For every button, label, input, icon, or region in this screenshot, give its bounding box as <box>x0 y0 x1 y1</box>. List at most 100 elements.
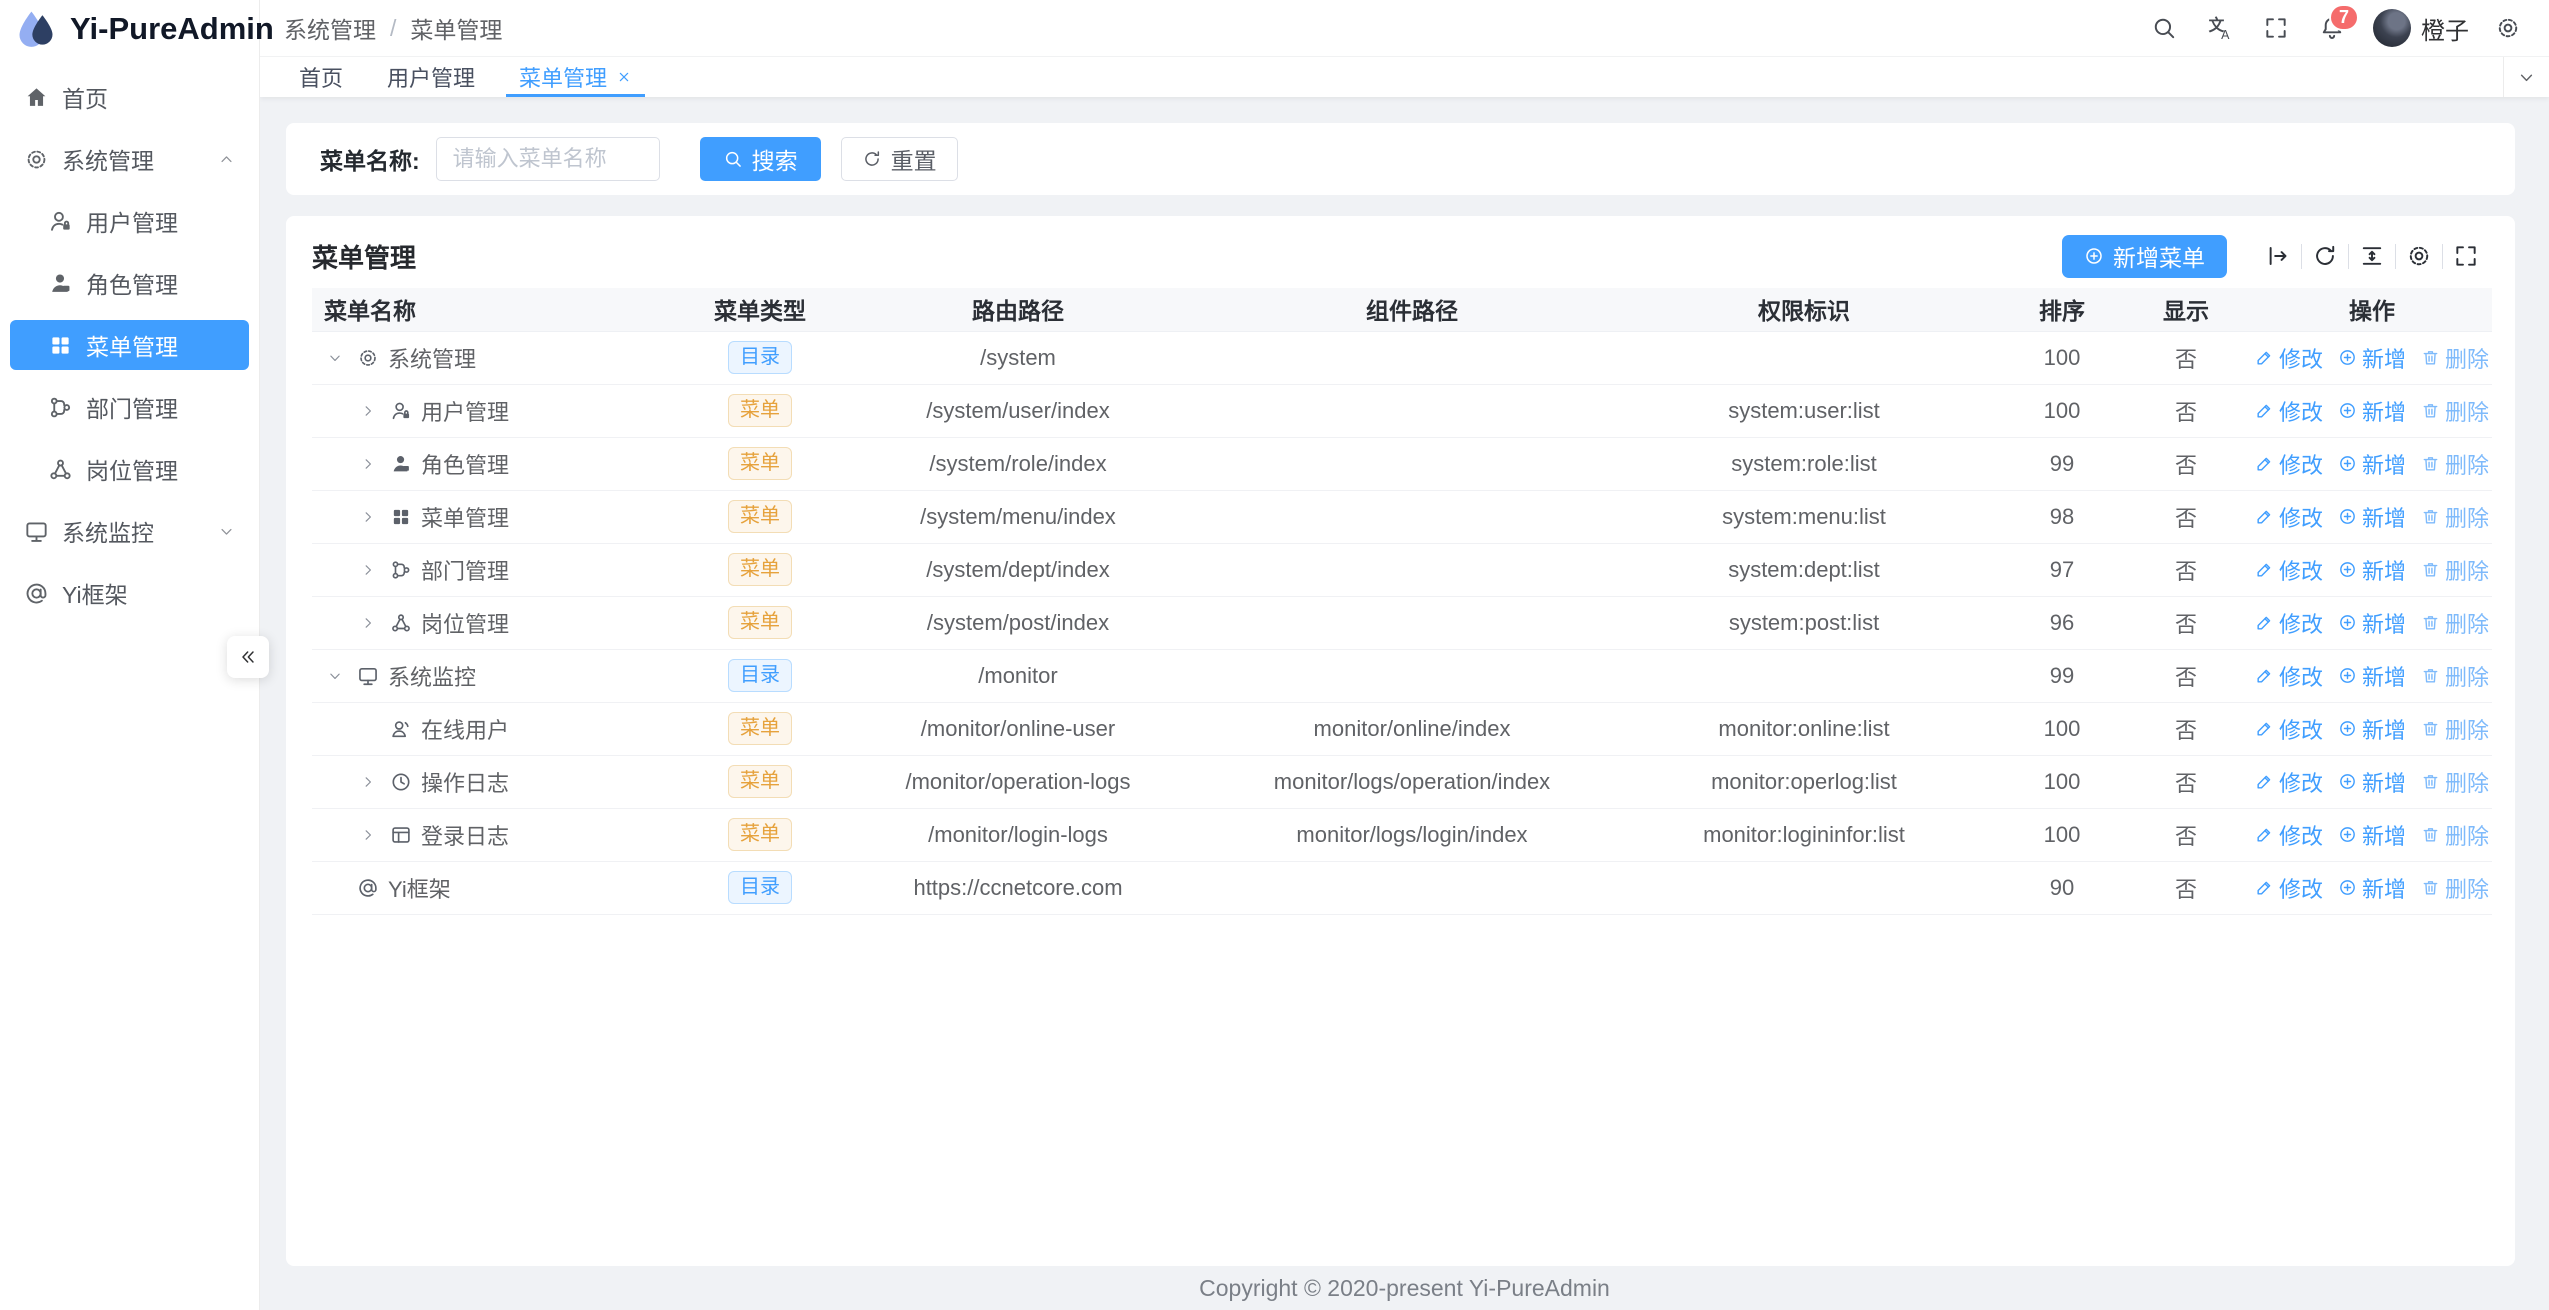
sidebar-item-role[interactable]: 角色管理 <box>10 258 249 308</box>
avatar[interactable] <box>2373 9 2411 47</box>
edit-button[interactable]: 修改 <box>2255 660 2323 692</box>
add-child-button[interactable]: 新增 <box>2338 766 2406 798</box>
sidebar-collapse-button[interactable] <box>227 636 269 678</box>
search-button[interactable] <box>2139 3 2189 53</box>
menu-name-text: 角色管理 <box>421 448 509 480</box>
row-expand-toggle[interactable] <box>322 350 348 366</box>
delete-button[interactable]: 删除 <box>2421 819 2489 851</box>
add-menu-button[interactable]: 新增菜单 <box>2062 235 2227 278</box>
cell-visible: 否 <box>2120 596 2252 649</box>
cell-sort: 90 <box>2004 861 2120 914</box>
cell-visible: 否 <box>2120 702 2252 755</box>
menu-table-card: 菜单管理 新增菜单 <box>286 216 2515 1266</box>
edit-button[interactable]: 修改 <box>2255 342 2323 374</box>
add-child-button[interactable]: 新增 <box>2338 501 2406 533</box>
notifications-button[interactable]: 7 <box>2307 3 2357 53</box>
sidebar-item-dept[interactable]: 部门管理 <box>10 382 249 432</box>
density-button[interactable] <box>2349 236 2395 276</box>
edit-button[interactable]: 修改 <box>2255 607 2323 639</box>
delete-button[interactable]: 删除 <box>2421 766 2489 798</box>
tab-more-button[interactable] <box>2503 57 2549 97</box>
row-expand-toggle[interactable] <box>355 456 381 472</box>
reset-button[interactable]: 重置 <box>841 137 958 181</box>
tab-user[interactable]: 用户管理 <box>370 57 492 97</box>
row-expand-toggle[interactable] <box>355 509 381 525</box>
add-child-button[interactable]: 新增 <box>2338 448 2406 480</box>
reset-button-label: 重置 <box>891 142 937 176</box>
trash-icon <box>2421 348 2440 367</box>
row-expand-toggle[interactable] <box>322 668 348 684</box>
edit-label: 修改 <box>2279 448 2323 480</box>
sidebar-item-user[interactable]: 用户管理 <box>10 196 249 246</box>
delete-button[interactable]: 删除 <box>2421 713 2489 745</box>
edit-button[interactable]: 修改 <box>2255 872 2323 904</box>
settings-button[interactable] <box>2483 3 2533 53</box>
table-row: 用户管理菜单/system/user/indexsystem:user:list… <box>312 384 2492 437</box>
edit-button[interactable]: 修改 <box>2255 713 2323 745</box>
toolbar-icons <box>2255 236 2489 276</box>
table-row: 岗位管理菜单/system/post/indexsystem:post:list… <box>312 596 2492 649</box>
cell-route-path: /system <box>816 331 1220 384</box>
cell-permission: system:post:list <box>1604 596 2004 649</box>
expand-all-button[interactable] <box>2255 236 2301 276</box>
delete-label: 删除 <box>2445 872 2489 904</box>
tab-home[interactable]: 首页 <box>282 57 360 97</box>
row-expand-toggle[interactable] <box>355 774 381 790</box>
pencil-icon <box>2255 560 2274 579</box>
delete-button[interactable]: 删除 <box>2421 872 2489 904</box>
cell-menu-type: 目录 <box>704 861 816 914</box>
fullscreen-button[interactable] <box>2251 3 2301 53</box>
row-expand-toggle[interactable] <box>355 827 381 843</box>
add-child-button[interactable]: 新增 <box>2338 660 2406 692</box>
cell-menu-name: 在线用户 <box>312 702 704 755</box>
breadcrumb-item-system[interactable]: 系统管理 <box>284 11 376 45</box>
delete-button[interactable]: 删除 <box>2421 342 2489 374</box>
row-expand-toggle[interactable] <box>355 615 381 631</box>
add-child-button[interactable]: 新增 <box>2338 607 2406 639</box>
cell-menu-type: 菜单 <box>704 702 816 755</box>
delete-button[interactable]: 删除 <box>2421 501 2489 533</box>
add-child-button[interactable]: 新增 <box>2338 872 2406 904</box>
delete-button[interactable]: 删除 <box>2421 607 2489 639</box>
edit-button[interactable]: 修改 <box>2255 395 2323 427</box>
add-child-button[interactable]: 新增 <box>2338 342 2406 374</box>
sidebar-item-monitor[interactable]: 系统监控 <box>10 506 249 556</box>
tab-menu[interactable]: 菜单管理 <box>502 57 649 97</box>
table-fullscreen-button[interactable] <box>2443 236 2489 276</box>
column-settings-button[interactable] <box>2396 236 2442 276</box>
delete-button[interactable]: 删除 <box>2421 660 2489 692</box>
edit-button[interactable]: 修改 <box>2255 448 2323 480</box>
cell-visible: 否 <box>2120 437 2252 490</box>
add-child-button[interactable]: 新增 <box>2338 395 2406 427</box>
user-name[interactable]: 橙子 <box>2421 11 2469 46</box>
add-child-button[interactable]: 新增 <box>2338 713 2406 745</box>
delete-button[interactable]: 删除 <box>2421 395 2489 427</box>
delete-button[interactable]: 删除 <box>2421 554 2489 586</box>
add-child-button[interactable]: 新增 <box>2338 819 2406 851</box>
row-expand-toggle[interactable] <box>355 562 381 578</box>
edit-button[interactable]: 修改 <box>2255 819 2323 851</box>
delete-button[interactable]: 删除 <box>2421 448 2489 480</box>
app-logo[interactable]: Yi-PureAdmin <box>0 0 259 58</box>
refresh-table-button[interactable] <box>2302 236 2348 276</box>
edit-button[interactable]: 修改 <box>2255 501 2323 533</box>
sidebar-item-yi-framework[interactable]: Yi框架 <box>10 568 249 618</box>
menu-name-input[interactable] <box>436 137 660 181</box>
add-child-button[interactable]: 新增 <box>2338 554 2406 586</box>
sidebar-item-home[interactable]: 首页 <box>10 72 249 122</box>
chevron-up-icon <box>218 151 235 168</box>
sidebar-item-post[interactable]: 岗位管理 <box>10 444 249 494</box>
chevron-right-icon <box>360 615 376 631</box>
edit-button[interactable]: 修改 <box>2255 554 2323 586</box>
sidebar-item-label: 部门管理 <box>86 390 178 424</box>
row-expand-toggle[interactable] <box>355 403 381 419</box>
search-submit-button[interactable]: 搜索 <box>700 137 821 181</box>
close-icon[interactable] <box>616 69 632 85</box>
sidebar-item-system[interactable]: 系统管理 <box>10 134 249 184</box>
edit-button[interactable]: 修改 <box>2255 766 2323 798</box>
sidebar-item-menu[interactable]: 菜单管理 <box>10 320 249 370</box>
col-header-component: 组件路径 <box>1220 288 1604 331</box>
col-header-visible: 显示 <box>2120 288 2252 331</box>
translate-button[interactable]: 文A <box>2195 3 2245 53</box>
main-content: 菜单名称: 搜索 重置 菜单管理 新增菜单 <box>260 97 2549 1310</box>
